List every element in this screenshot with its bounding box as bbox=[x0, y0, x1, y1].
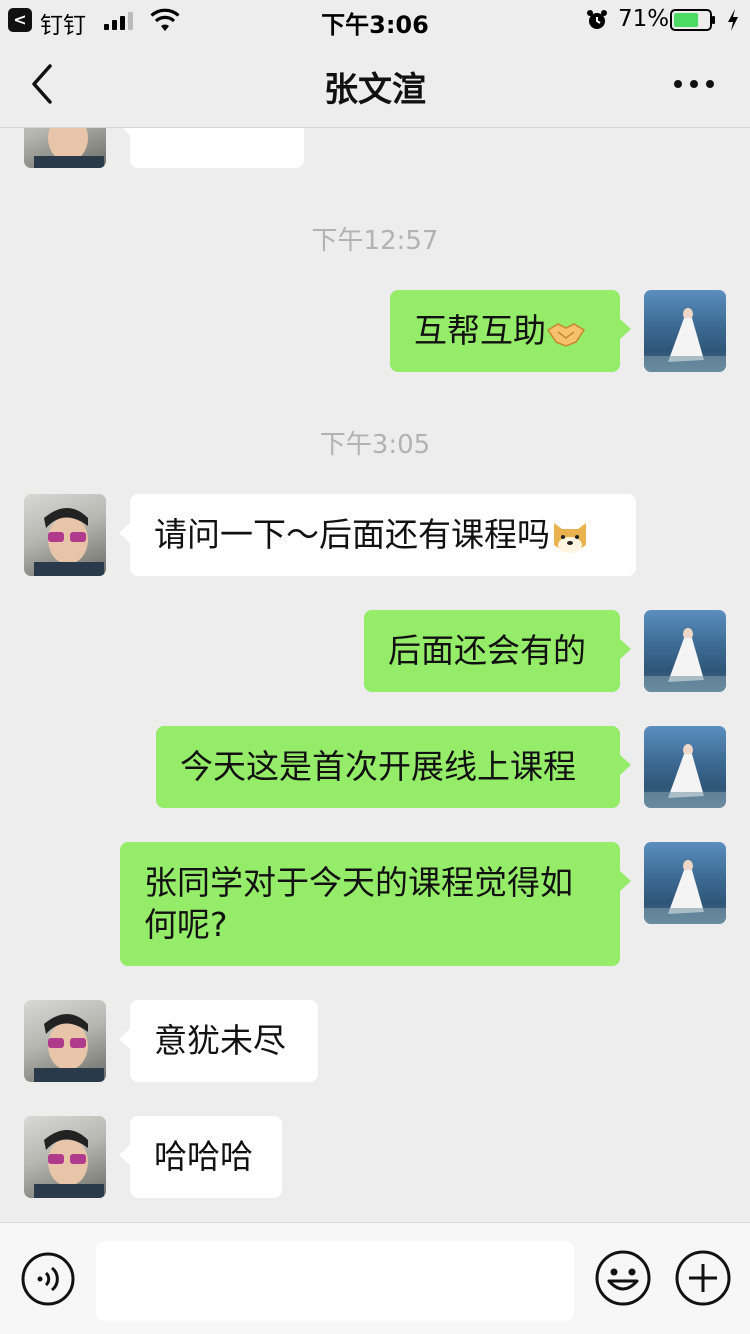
message-bubble-incoming[interactable]: 意犹未尽 bbox=[119, 1000, 318, 1082]
message-input[interactable] bbox=[96, 1241, 574, 1321]
handshake-emoji bbox=[546, 322, 586, 347]
contact-avatar[interactable] bbox=[24, 128, 106, 168]
message-list[interactable]: 下午12:57 互帮互助 下午3:05 请问一下～后面还有课程吗 后面还会有的 bbox=[0, 128, 750, 1222]
voice-icon[interactable] bbox=[20, 1251, 76, 1307]
bubble-tail bbox=[119, 522, 131, 544]
status-bar: < 钉钉 下午3:06 71% bbox=[0, 0, 750, 40]
alarm-icon bbox=[587, 10, 607, 29]
chat-header: 张文渲 bbox=[0, 40, 750, 128]
input-bar bbox=[0, 1222, 750, 1334]
message-text: 请问一下～后面还有课程吗 bbox=[154, 515, 550, 554]
message-text: 今天这是首次开展线上课程 bbox=[180, 747, 576, 786]
message-bubble-outgoing[interactable]: 互帮互助 bbox=[390, 290, 631, 372]
my-avatar[interactable] bbox=[644, 610, 726, 692]
message-text-line: 何呢? bbox=[144, 905, 228, 944]
dog-emoji bbox=[554, 522, 586, 553]
plus-icon[interactable] bbox=[674, 1249, 732, 1307]
contact-avatar[interactable] bbox=[24, 1116, 106, 1198]
bubble-tail bbox=[619, 754, 631, 776]
message-bubble-incoming[interactable] bbox=[119, 128, 304, 168]
contact-avatar[interactable] bbox=[24, 1000, 106, 1082]
message-bubble-incoming[interactable]: 请问一下～后面还有课程吗 bbox=[119, 494, 636, 576]
my-avatar[interactable] bbox=[644, 290, 726, 372]
charging-icon bbox=[728, 9, 738, 31]
message-bubble-incoming[interactable]: 哈哈哈 bbox=[119, 1116, 282, 1198]
message-bubble-outgoing[interactable]: 张同学对于今天的课程觉得如 何呢? bbox=[120, 842, 631, 966]
smiley-icon[interactable] bbox=[594, 1249, 652, 1307]
battery-icon bbox=[670, 9, 715, 31]
my-avatar[interactable] bbox=[644, 726, 726, 808]
message-text: 哈哈哈 bbox=[154, 1137, 253, 1176]
battery-percent: 71% bbox=[618, 6, 670, 32]
message-bubble-outgoing[interactable]: 今天这是首次开展线上课程 bbox=[156, 726, 631, 808]
message-timestamp: 下午12:57 bbox=[311, 226, 439, 256]
bubble-tail bbox=[619, 870, 631, 892]
message-text: 后面还会有的 bbox=[388, 631, 586, 670]
message-text-line: 张同学对于今天的课程觉得如 bbox=[144, 863, 573, 902]
bubble-tail bbox=[619, 638, 631, 660]
bubble-tail bbox=[119, 1028, 131, 1050]
bubble-tail bbox=[119, 1144, 131, 1166]
contact-avatar[interactable] bbox=[24, 494, 106, 576]
message-text: 互帮互助 bbox=[414, 311, 546, 350]
message-text: 意犹未尽 bbox=[154, 1021, 286, 1060]
message-timestamp: 下午3:05 bbox=[319, 430, 431, 460]
bubble-tail bbox=[119, 128, 131, 136]
more-dots-icon[interactable] bbox=[672, 74, 716, 94]
thumbs-up-emoji bbox=[154, 128, 284, 134]
my-avatar[interactable] bbox=[644, 842, 726, 924]
message-bubble-outgoing[interactable]: 后面还会有的 bbox=[364, 610, 631, 692]
bubble-tail bbox=[619, 318, 631, 340]
chat-title: 张文渲 bbox=[324, 70, 426, 110]
